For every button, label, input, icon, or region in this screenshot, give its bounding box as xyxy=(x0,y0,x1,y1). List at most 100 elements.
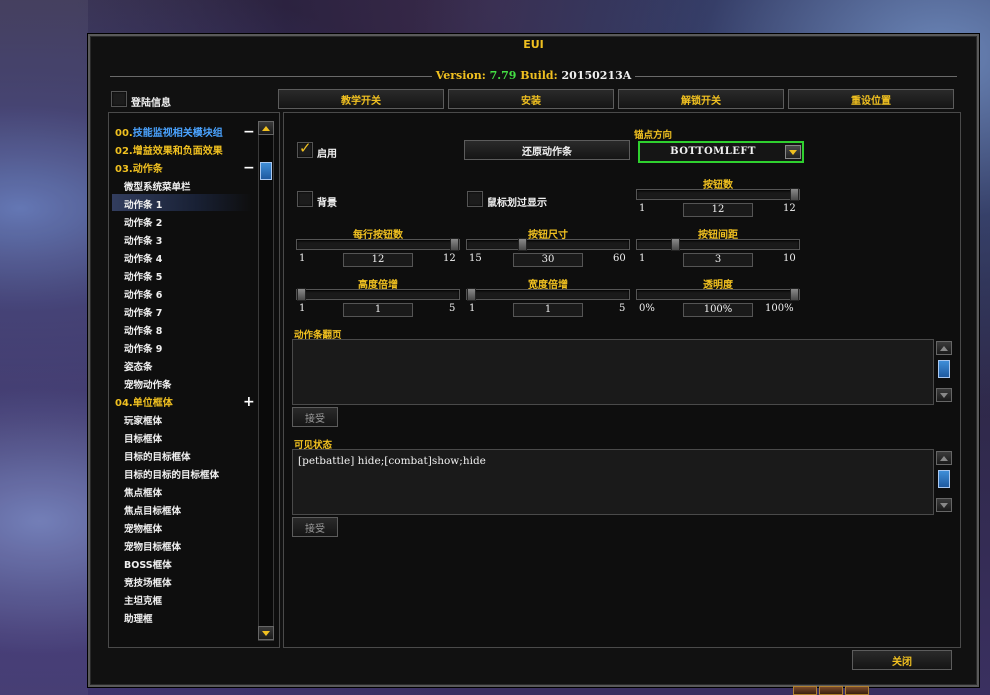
height-mult-slider[interactable] xyxy=(296,288,460,301)
nav-item-actionbar-9[interactable]: 动作条 9 xyxy=(124,341,162,355)
nav-item-tot-frame[interactable]: 目标的目标框体 xyxy=(124,449,191,463)
nav-category-buffs[interactable]: 02.增益效果和负面效果 xyxy=(115,142,223,157)
version-label: Version: xyxy=(435,69,486,82)
slider-min: 1 xyxy=(299,253,306,264)
nav-category-skill-monitor[interactable]: 00.技能监视相关模块组 xyxy=(115,124,223,139)
window-title: EUI xyxy=(523,38,544,51)
height-mult-value[interactable]: 1 xyxy=(343,303,413,317)
slider-thumb[interactable] xyxy=(790,188,799,201)
nav-item-pet-frame[interactable]: 宠物框体 xyxy=(124,521,162,535)
nav-item-actionbar-5[interactable]: 动作条 5 xyxy=(124,269,162,283)
version-value: 7.79 xyxy=(489,69,517,82)
enable-checkbox[interactable]: ✓ xyxy=(297,139,313,158)
buttons-count-value[interactable]: 12 xyxy=(683,203,753,217)
reset-position-button[interactable]: 重设位置 xyxy=(788,89,954,109)
nav-category-label: 动作条 xyxy=(132,164,163,175)
game-background-left xyxy=(0,0,88,695)
nav-item-stance-bar[interactable]: 姿态条 xyxy=(124,359,153,373)
unit-portrait xyxy=(845,686,869,695)
button-spacing-value[interactable]: 3 xyxy=(683,253,753,267)
slider-max: 5 xyxy=(619,303,626,314)
tutorial-toggle-button[interactable]: 教学开关 xyxy=(278,89,444,109)
nav-item-actionbar-3[interactable]: 动作条 3 xyxy=(124,233,162,247)
scroll-up-button[interactable] xyxy=(936,341,952,355)
unit-portrait xyxy=(793,686,817,695)
close-button[interactable]: 关闭 xyxy=(852,650,952,670)
button-size-value[interactable]: 30 xyxy=(513,253,583,267)
nav-category-label: 增益效果和负面效果 xyxy=(132,146,223,157)
paging-textbox[interactable] xyxy=(292,339,934,405)
nav-item-actionbar-8[interactable]: 动作条 8 xyxy=(124,323,162,337)
alpha-value[interactable]: 100% xyxy=(683,303,753,317)
nav-item-main-tank-frame[interactable]: 主坦克框 xyxy=(124,593,162,607)
width-mult-value[interactable]: 1 xyxy=(513,303,583,317)
anchor-dropdown[interactable]: BOTTOMLEFT xyxy=(638,141,804,163)
slider-thumb[interactable] xyxy=(790,288,799,301)
nav-item-micro-menu[interactable]: 微型系统菜单栏 xyxy=(124,179,191,193)
scroll-thumb[interactable] xyxy=(938,470,950,488)
nav-item-assist-frame[interactable]: 助理框 xyxy=(124,611,153,625)
slider-max: 12 xyxy=(443,253,456,264)
button-spacing-slider[interactable] xyxy=(636,238,800,251)
install-button[interactable]: 安装 xyxy=(448,89,614,109)
nav-item-actionbar-1[interactable]: 动作条 1 xyxy=(124,197,162,211)
nav-item-actionbar-4[interactable]: 动作条 4 xyxy=(124,251,162,265)
width-mult-slider[interactable] xyxy=(466,288,630,301)
login-info-checkbox[interactable] xyxy=(111,91,127,107)
arrow-down-icon xyxy=(940,393,948,398)
collapse-icon[interactable]: − xyxy=(243,125,255,139)
arrow-up-icon xyxy=(940,346,948,351)
alpha-slider[interactable] xyxy=(636,288,800,301)
build-label: Build: xyxy=(520,69,558,82)
dropdown-arrow-button[interactable] xyxy=(785,145,801,159)
slider-thumb[interactable] xyxy=(518,238,527,251)
visibility-accept-button[interactable]: 接受 xyxy=(292,517,338,537)
nav-scrollbar[interactable] xyxy=(258,121,274,641)
visibility-scrollbar[interactable] xyxy=(936,451,952,513)
version-line: Version: 7.79 Build: 20150213A xyxy=(90,69,977,82)
scroll-up-button[interactable] xyxy=(258,121,274,135)
expand-icon[interactable]: + xyxy=(243,395,255,409)
slider-thumb[interactable] xyxy=(297,288,306,301)
button-size-slider[interactable] xyxy=(466,238,630,251)
mouseover-checkbox[interactable] xyxy=(467,191,483,207)
nav-item-actionbar-2[interactable]: 动作条 2 xyxy=(124,215,162,229)
per-row-slider[interactable] xyxy=(296,238,460,251)
unlock-toggle-button[interactable]: 解锁开关 xyxy=(618,89,784,109)
nav-item-arena-frame[interactable]: 竞技场框体 xyxy=(124,575,172,589)
slider-max: 10 xyxy=(783,253,796,264)
slider-max: 12 xyxy=(783,203,796,214)
buttons-count-slider[interactable] xyxy=(636,188,800,201)
nav-item-pet-target-frame[interactable]: 宠物目标框体 xyxy=(124,539,181,553)
checkmark-icon: ✓ xyxy=(299,139,312,157)
scroll-up-button[interactable] xyxy=(936,451,952,465)
restore-actionbar-button[interactable]: 还原动作条 xyxy=(464,140,630,160)
scroll-thumb[interactable] xyxy=(260,162,272,180)
slider-thumb[interactable] xyxy=(671,238,680,251)
anchor-label: 锚点方向 xyxy=(634,130,673,141)
slider-thumb[interactable] xyxy=(467,288,476,301)
nav-item-actionbar-7[interactable]: 动作条 7 xyxy=(124,305,162,319)
paging-scrollbar[interactable] xyxy=(936,341,952,403)
visibility-textbox[interactable]: [petbattle] hide;[combat]show;hide xyxy=(292,449,934,515)
scroll-down-button[interactable] xyxy=(936,498,952,512)
nav-item-totot-frame[interactable]: 目标的目标的目标框体 xyxy=(124,467,219,481)
nav-category-prefix: 02. xyxy=(115,146,133,157)
nav-item-focus-frame[interactable]: 焦点框体 xyxy=(124,485,162,499)
scroll-down-button[interactable] xyxy=(936,388,952,402)
background-checkbox[interactable] xyxy=(297,191,313,207)
scroll-down-button[interactable] xyxy=(258,626,274,640)
nav-item-boss-frame[interactable]: BOSS框体 xyxy=(124,557,172,571)
slider-thumb[interactable] xyxy=(450,238,459,251)
nav-item-pet-bar[interactable]: 宠物动作条 xyxy=(124,377,172,391)
per-row-value[interactable]: 12 xyxy=(343,253,413,267)
nav-item-player-frame[interactable]: 玩家框体 xyxy=(124,413,162,427)
collapse-icon[interactable]: − xyxy=(243,161,255,175)
paging-accept-button[interactable]: 接受 xyxy=(292,407,338,427)
scroll-thumb[interactable] xyxy=(938,360,950,378)
nav-category-unitframes[interactable]: 04.单位框体 xyxy=(115,394,173,409)
nav-item-actionbar-6[interactable]: 动作条 6 xyxy=(124,287,162,301)
nav-item-target-frame[interactable]: 目标框体 xyxy=(124,431,162,445)
nav-item-focus-target-frame[interactable]: 焦点目标框体 xyxy=(124,503,181,517)
nav-category-actionbars[interactable]: 03.动作条 xyxy=(115,160,163,175)
